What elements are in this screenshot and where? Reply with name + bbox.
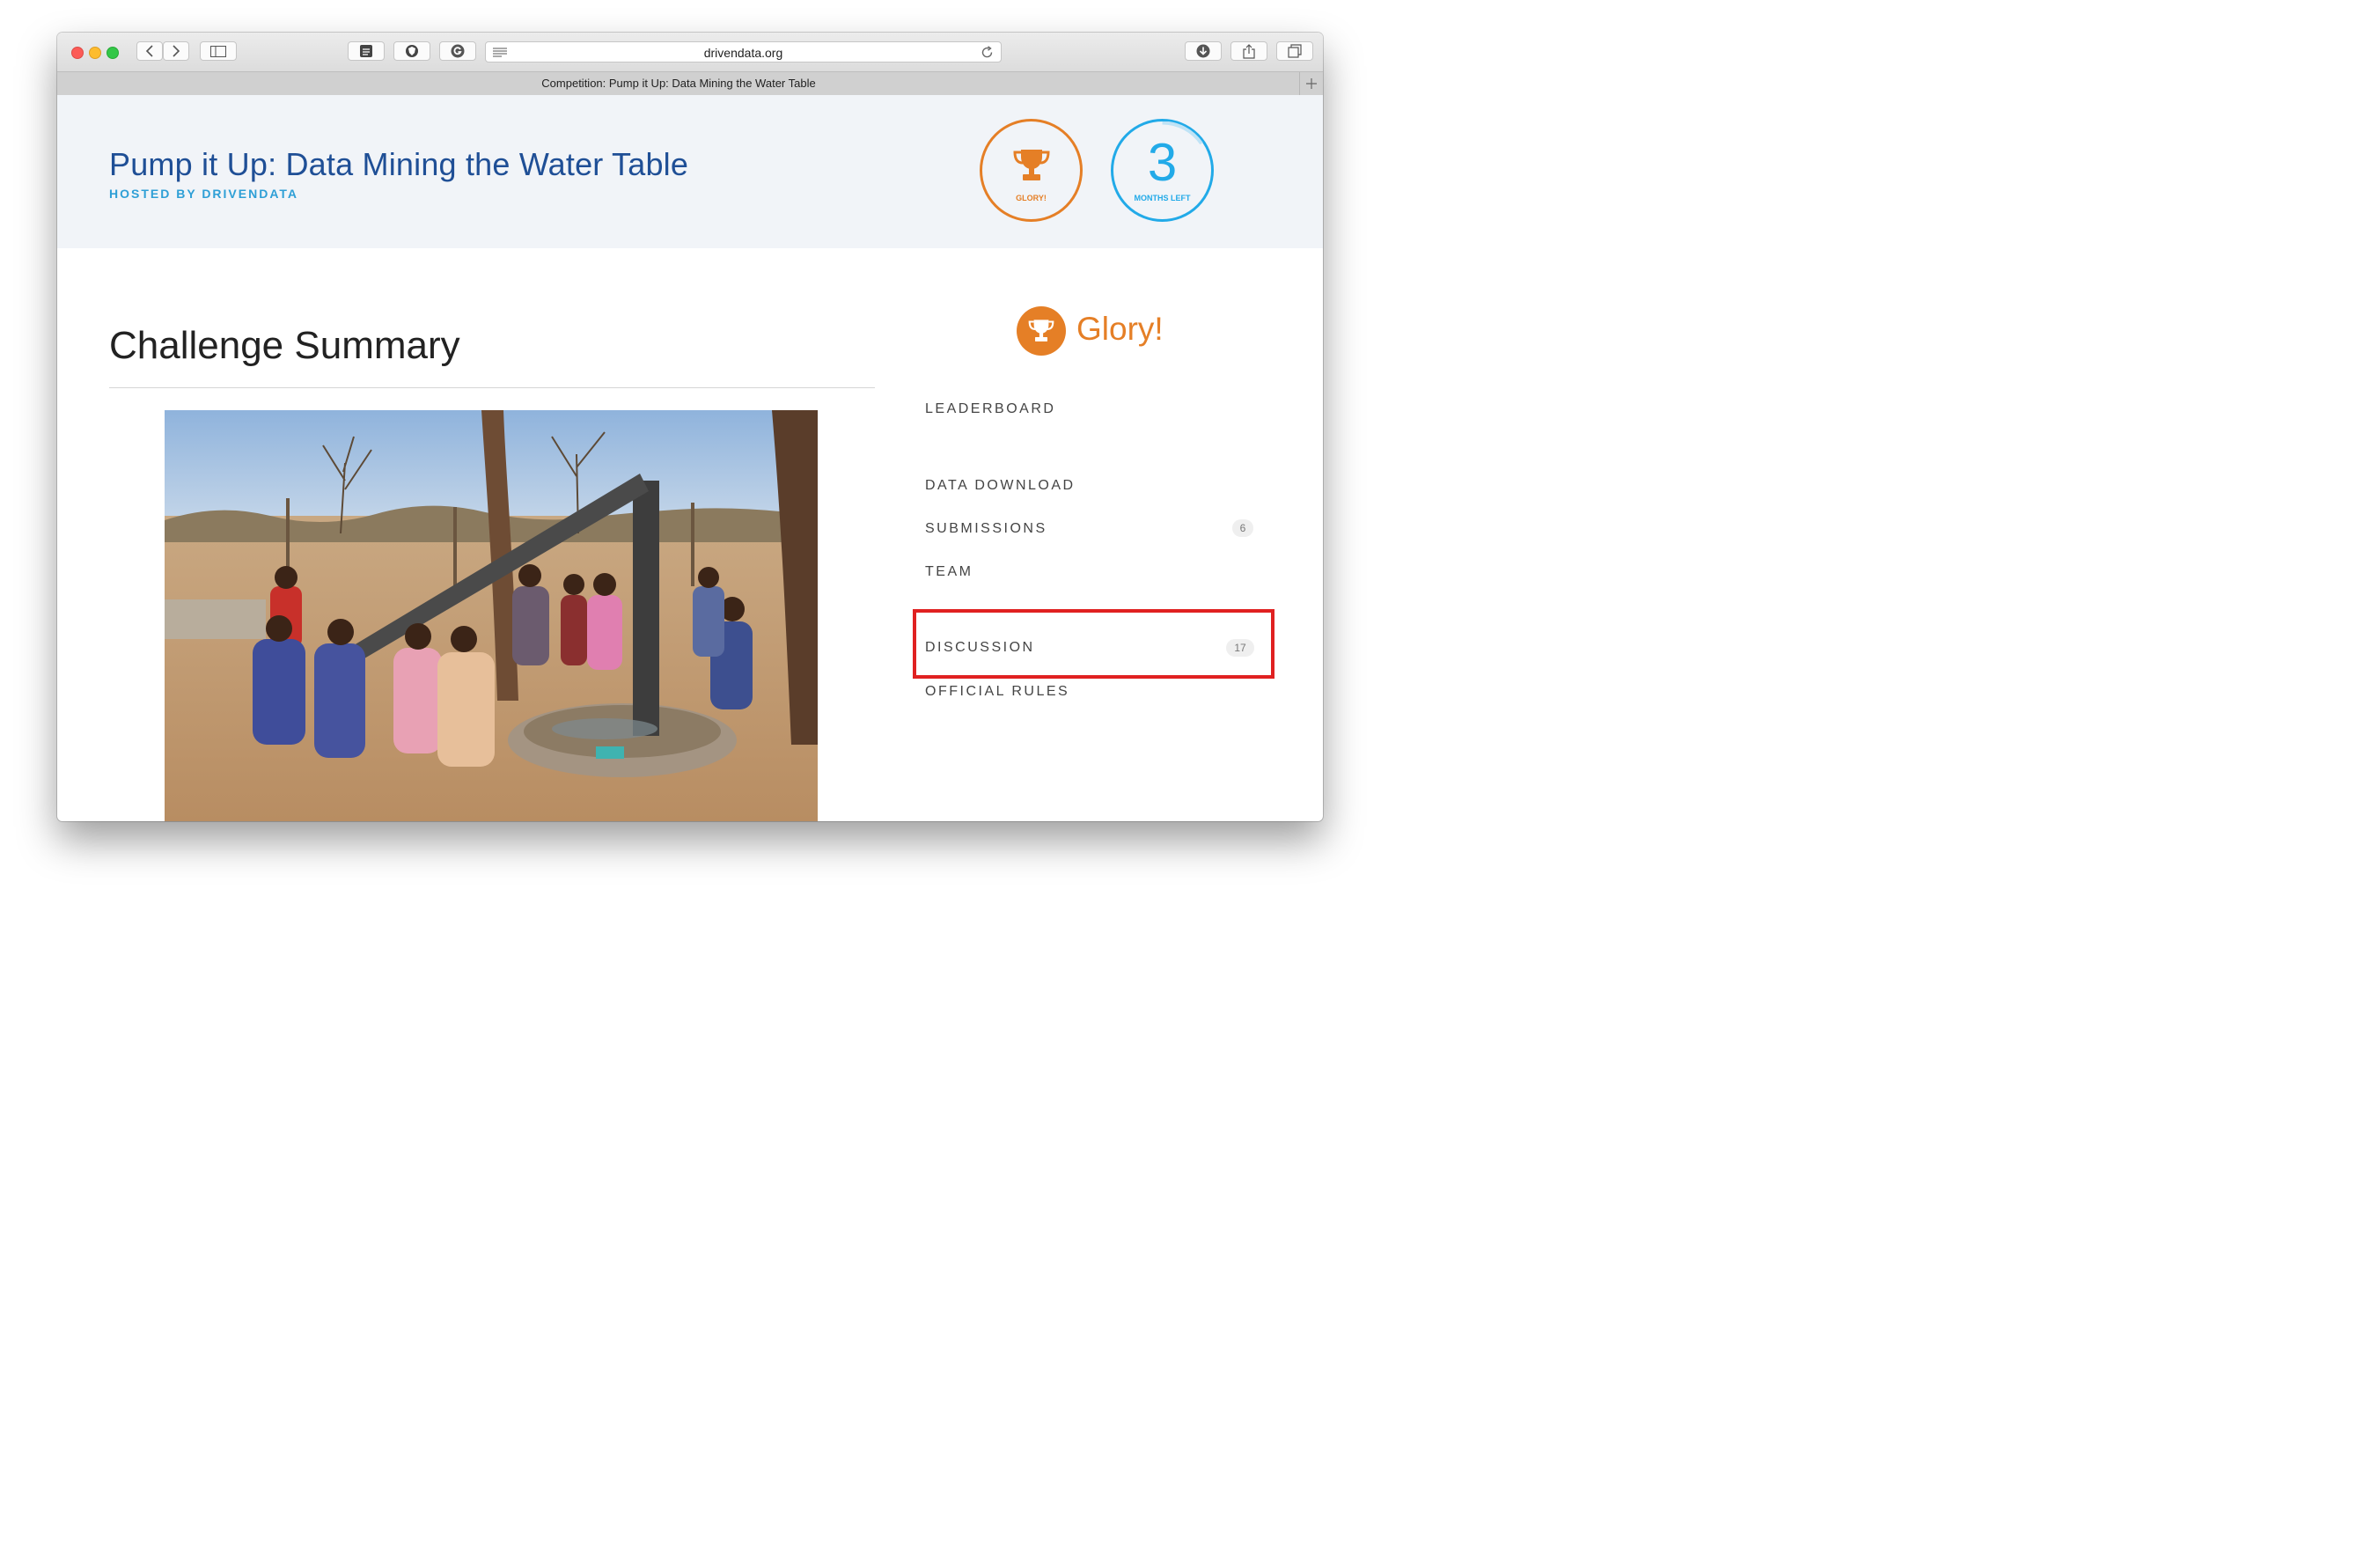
months-left-number: 3	[1147, 133, 1178, 192]
prize-badge: GLORY!	[980, 119, 1083, 222]
reload-icon[interactable]	[981, 46, 994, 59]
back-icon	[145, 45, 153, 57]
browser-window: drivendata.org Competition: Pump it Up: …	[57, 33, 1323, 821]
forward-button[interactable]	[163, 41, 189, 61]
prize-badge-label: GLORY!	[1016, 194, 1047, 202]
nav-leaderboard[interactable]: LEADERBOARD	[925, 401, 1055, 417]
nav-data-download[interactable]: DATA DOWNLOAD	[925, 478, 1076, 494]
download-icon	[1196, 44, 1210, 58]
sidebar-icon	[210, 45, 226, 57]
sidebar-button[interactable]	[200, 41, 237, 61]
active-tab-title[interactable]: Competition: Pump it Up: Data Mining the…	[57, 77, 1300, 90]
url-text: drivendata.org	[703, 46, 783, 60]
share-button[interactable]	[1230, 41, 1267, 61]
minimize-window-button[interactable]	[89, 47, 101, 59]
competition-header: Pump it Up: Data Mining the Water Table …	[57, 95, 1323, 248]
address-bar[interactable]: drivendata.org	[485, 41, 1002, 62]
tabs-icon	[1288, 44, 1302, 58]
close-window-button[interactable]	[71, 47, 84, 59]
downloads-button[interactable]	[1185, 41, 1222, 61]
discussion-highlight-box	[913, 609, 1274, 679]
prize-text: Glory!	[1076, 311, 1164, 347]
trophy-icon	[1013, 150, 1050, 180]
submissions-count-badge: 6	[1232, 519, 1253, 537]
plus-icon	[1306, 78, 1317, 89]
forward-icon	[173, 45, 180, 57]
tabs-overview-button[interactable]	[1276, 41, 1313, 61]
extension-button-2[interactable]	[393, 41, 430, 61]
zoom-window-button[interactable]	[107, 47, 119, 59]
hosted-by: HOSTED BY DRIVENDATA	[109, 187, 299, 201]
section-divider	[109, 387, 875, 388]
browser-toolbar: drivendata.org	[57, 33, 1323, 71]
competition-title: Pump it Up: Data Mining the Water Table	[109, 146, 689, 182]
nav-submissions[interactable]: SUBMISSIONS	[925, 521, 1047, 537]
back-button[interactable]	[136, 41, 163, 61]
nav-official-rules[interactable]: OFFICIAL RULES	[925, 684, 1069, 700]
section-title: Challenge Summary	[109, 324, 460, 367]
new-tab-button[interactable]	[1299, 72, 1323, 95]
prize-icon	[1017, 306, 1066, 356]
challenge-photo	[165, 410, 818, 821]
grammarly-button[interactable]	[439, 41, 476, 61]
extension-button-1[interactable]	[348, 41, 385, 61]
share-icon	[1243, 43, 1255, 59]
layers-icon	[360, 45, 372, 57]
shield-icon	[406, 45, 418, 57]
tab-bar: Competition: Pump it Up: Data Mining the…	[57, 71, 1323, 96]
time-left-badge: 3 MONTHS LEFT	[1111, 119, 1214, 222]
nav-team[interactable]: TEAM	[925, 564, 973, 580]
months-left-label: MONTHS LEFT	[1134, 194, 1191, 202]
grammarly-icon	[451, 44, 465, 58]
trophy-icon	[1028, 320, 1054, 342]
